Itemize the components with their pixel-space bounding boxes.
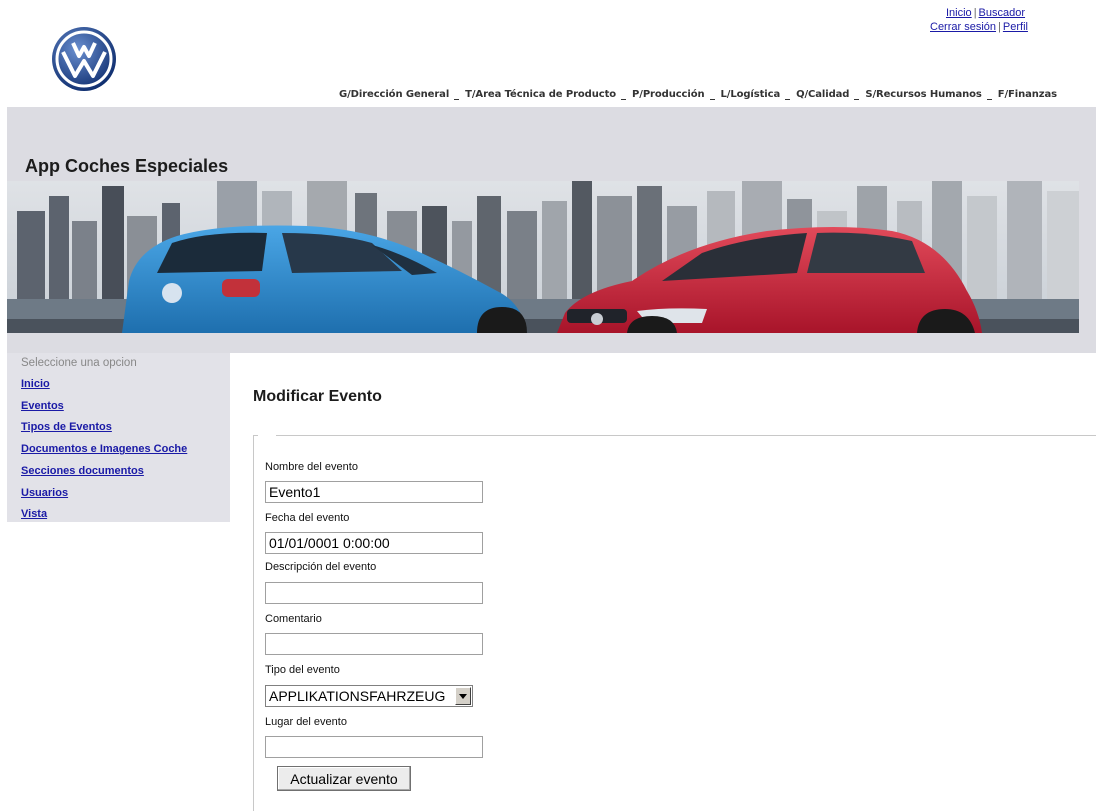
buscador-link[interactable]: Buscador <box>979 7 1025 19</box>
actualizar-evento-button[interactable]: Actualizar evento <box>277 766 411 791</box>
division-item[interactable]: L/Logística <box>721 89 781 100</box>
sidebar: Seleccione una opcion Inicio Eventos Tip… <box>7 353 230 522</box>
division-item[interactable]: S/Recursos Humanos <box>865 89 981 100</box>
tipo-label: Tipo del evento <box>265 664 340 676</box>
cerrar-sesion-link[interactable]: Cerrar sesión <box>930 21 996 33</box>
descripcion-label: Descripción del evento <box>265 561 377 573</box>
sidebar-item-usuarios[interactable]: Usuarios <box>21 483 216 505</box>
dropdown-arrow-icon[interactable] <box>455 687 471 705</box>
app-title: App Coches Especiales <box>25 156 229 176</box>
perfil-link[interactable]: Perfil <box>1003 21 1028 33</box>
sidebar-item-secciones-documentos[interactable]: Secciones documentos <box>21 461 216 483</box>
division-item[interactable]: T/Area Técnica de Producto <box>465 89 616 100</box>
tipo-select[interactable]: APPLIKATIONSFAHRZEUG <box>265 685 473 707</box>
division-item[interactable]: Q/Calidad <box>796 89 849 100</box>
sidebar-hint: Seleccione una opcion <box>21 357 137 369</box>
nombre-input[interactable] <box>265 481 483 503</box>
divider <box>454 99 460 100</box>
divider <box>785 99 791 100</box>
tipo-selected-value: APPLIKATIONSFAHRZEUG <box>269 688 446 704</box>
comentario-label: Comentario <box>265 613 322 625</box>
sidebar-item-inicio[interactable]: Inicio <box>21 374 216 396</box>
comentario-input[interactable] <box>265 633 483 655</box>
division-item[interactable]: F/Finanzas <box>998 89 1057 100</box>
sidebar-item-documentos-imagenes[interactable]: Documentos e Imagenes Coche <box>21 439 216 461</box>
divider <box>621 99 627 100</box>
page-title: Modificar Evento <box>253 388 382 405</box>
nombre-label: Nombre del evento <box>265 461 358 473</box>
fecha-input[interactable] <box>265 532 483 554</box>
divider <box>709 99 715 100</box>
divider <box>854 99 860 100</box>
banner-photo <box>7 181 1079 333</box>
division-item[interactable]: P/Producción <box>632 89 705 100</box>
inicio-link[interactable]: Inicio <box>946 7 972 19</box>
division-item[interactable]: G/Dirección General <box>339 89 449 100</box>
utility-links: Inicio | Buscador Cerrar sesión | Perfil <box>930 6 1080 34</box>
lugar-label: Lugar del evento <box>265 716 347 728</box>
sidebar-item-vista[interactable]: Vista <box>21 504 216 526</box>
sidebar-item-tipos-de-eventos[interactable]: Tipos de Eventos <box>21 417 216 439</box>
sidebar-item-eventos[interactable]: Eventos <box>21 396 216 418</box>
lugar-input[interactable] <box>265 736 483 758</box>
division-nav: G/Dirección General T/Area Técnica de Pro… <box>339 89 1069 100</box>
divider <box>986 99 992 100</box>
vw-logo <box>51 26 117 92</box>
separator: | <box>973 7 977 19</box>
separator: | <box>998 21 1001 33</box>
fieldset-legend-gap <box>258 435 276 437</box>
descripcion-input[interactable] <box>265 582 483 604</box>
fecha-label: Fecha del evento <box>265 512 350 524</box>
